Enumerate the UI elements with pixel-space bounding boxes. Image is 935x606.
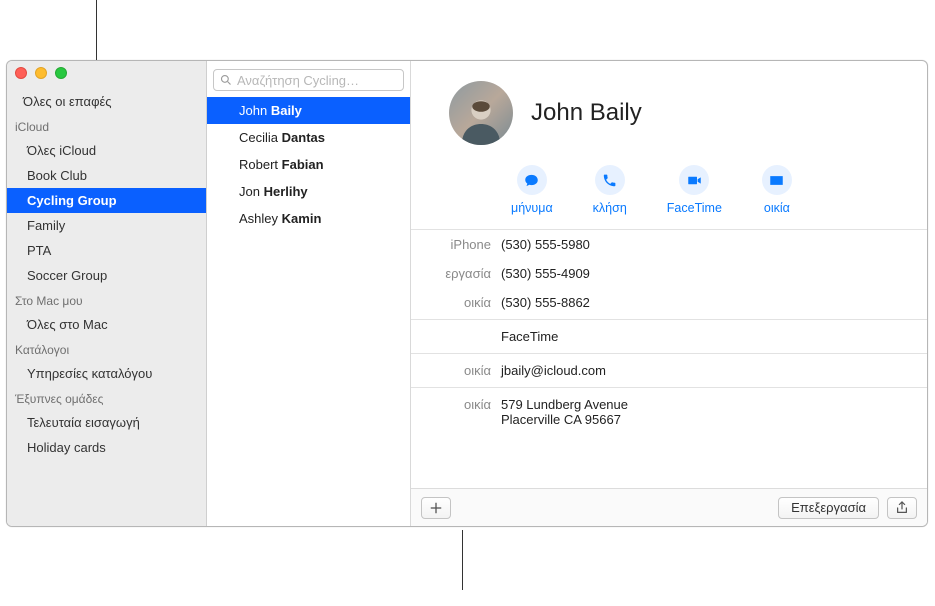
phone-label: οικία <box>411 295 501 310</box>
contact-card: John Baily μήνυμα κλήση FaceTime οικία <box>411 61 927 526</box>
sidebar-item-directory-services[interactable]: Υπηρεσίες καταλόγου <box>7 361 206 386</box>
phone-label: εργασία <box>411 266 501 281</box>
sidebar-item-pta[interactable]: PTA <box>7 238 206 263</box>
search-icon <box>220 74 232 86</box>
envelope-icon <box>769 173 784 188</box>
sidebar-item-holiday-cards[interactable]: Holiday cards <box>7 435 206 460</box>
email-label: οικία <box>411 363 501 378</box>
sidebar-header-onmymac: Στο Mac μου <box>7 288 206 312</box>
phone-value: (530) 555-4909 <box>501 266 927 281</box>
call-action[interactable]: κλήση <box>593 165 627 215</box>
sidebar-item-last-import[interactable]: Τελευταία εισαγωγή <box>7 410 206 435</box>
sidebar-header-directories: Κατάλογοι <box>7 337 206 361</box>
contact-row-cecilia-dantas[interactable]: Cecilia Dantas <box>207 124 410 151</box>
video-icon <box>687 173 702 188</box>
edit-button[interactable]: Επεξεργασία <box>778 497 879 519</box>
plus-icon <box>429 501 443 515</box>
phone-value: (530) 555-5980 <box>501 237 927 252</box>
share-button[interactable] <box>887 497 917 519</box>
phone-label: iPhone <box>411 237 501 252</box>
address-value: 579 Lundberg Avenue Placerville CA 95667 <box>501 397 927 427</box>
contact-row-robert-fabian[interactable]: Robert Fabian <box>207 151 410 178</box>
avatar-person-icon <box>453 89 509 145</box>
contact-fields: iPhone (530) 555-5980 εργασία (530) 555-… <box>411 229 927 434</box>
email-action[interactable]: οικία <box>762 165 792 215</box>
sidebar-item-cycling-group[interactable]: Cycling Group <box>7 188 206 213</box>
avatar[interactable] <box>449 81 513 145</box>
sidebar-item-all-onmac[interactable]: Όλες στο Mac <box>7 312 206 337</box>
address-row[interactable]: οικία 579 Lundberg Avenue Placerville CA… <box>411 390 927 434</box>
share-icon <box>895 501 909 515</box>
phone-row-home[interactable]: οικία (530) 555-8862 <box>411 288 927 317</box>
minimize-window-button[interactable] <box>35 67 47 79</box>
sidebar-item-all-icloud[interactable]: Όλες iCloud <box>7 138 206 163</box>
callout-line-bottom <box>462 530 463 590</box>
quick-actions: μήνυμα κλήση FaceTime οικία <box>411 157 927 229</box>
groups-sidebar: Όλες οι επαφές iCloud Όλες iCloud Book C… <box>7 61 207 526</box>
message-icon <box>524 173 539 188</box>
card-footer: Επεξεργασία <box>411 488 927 526</box>
sidebar-header-smart-groups: Έξυπνες ομάδες <box>7 386 206 410</box>
add-button[interactable] <box>421 497 451 519</box>
message-action[interactable]: μήνυμα <box>511 165 553 215</box>
email-value: jbaily@icloud.com <box>501 363 927 378</box>
contact-name: John Baily <box>531 99 642 127</box>
close-window-button[interactable] <box>15 67 27 79</box>
message-label: μήνυμα <box>511 201 553 215</box>
phone-value: (530) 555-8862 <box>501 295 927 310</box>
phone-row-work[interactable]: εργασία (530) 555-4909 <box>411 259 927 288</box>
sidebar-item-book-club[interactable]: Book Club <box>7 163 206 188</box>
sidebar-item-family[interactable]: Family <box>7 213 206 238</box>
facetime-value: FaceTime <box>501 329 927 344</box>
facetime-row[interactable]: FaceTime <box>411 322 927 351</box>
search-placeholder: Αναζήτηση Cycling… <box>237 73 359 88</box>
facetime-action[interactable]: FaceTime <box>667 165 722 215</box>
phone-icon <box>602 173 617 188</box>
email-row[interactable]: οικία jbaily@icloud.com <box>411 356 927 385</box>
contacts-window: Όλες οι επαφές iCloud Όλες iCloud Book C… <box>6 60 928 527</box>
search-input[interactable]: Αναζήτηση Cycling… <box>213 69 404 91</box>
contact-row-john-baily[interactable]: John Baily <box>207 97 410 124</box>
phone-row-iphone[interactable]: iPhone (530) 555-5980 <box>411 230 927 259</box>
all-contacts-item[interactable]: Όλες οι επαφές <box>7 89 206 114</box>
contact-row-ashley-kamin[interactable]: Ashley Kamin <box>207 205 410 232</box>
email-action-label: οικία <box>764 201 790 215</box>
zoom-window-button[interactable] <box>55 67 67 79</box>
contacts-list-column: Αναζήτηση Cycling… John Baily Cecilia Da… <box>207 61 411 526</box>
call-label: κλήση <box>593 201 627 215</box>
contact-row-jon-herlihy[interactable]: Jon Herlihy <box>207 178 410 205</box>
address-label: οικία <box>411 397 501 427</box>
window-controls <box>15 67 67 79</box>
callout-line-top <box>96 0 97 64</box>
sidebar-item-soccer-group[interactable]: Soccer Group <box>7 263 206 288</box>
facetime-label: FaceTime <box>667 201 722 215</box>
sidebar-header-icloud: iCloud <box>7 114 206 138</box>
